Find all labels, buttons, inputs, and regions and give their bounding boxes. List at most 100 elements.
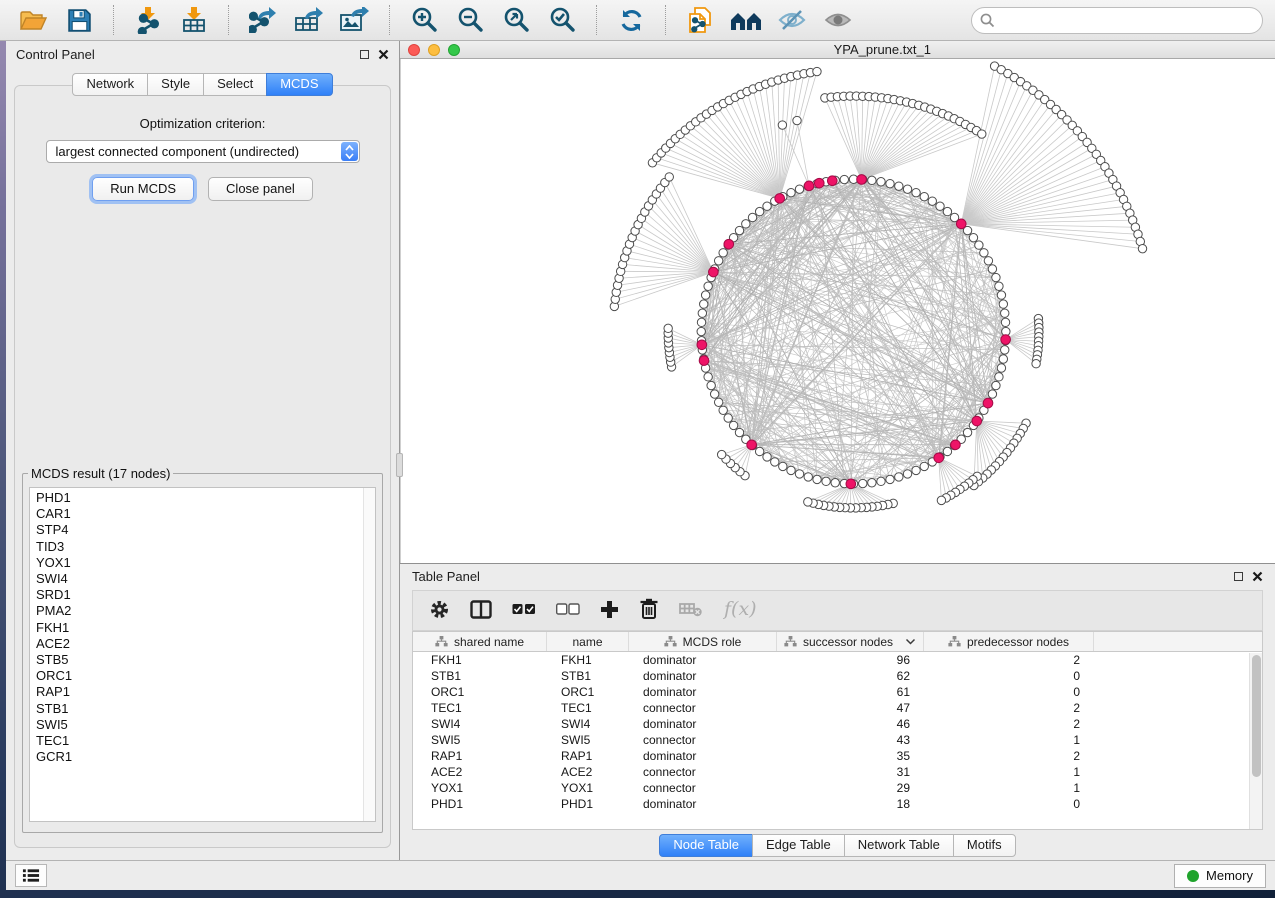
table-cell-filler xyxy=(1094,732,1262,748)
tab-style[interactable]: Style xyxy=(147,73,204,96)
mcds-network-node[interactable] xyxy=(709,267,719,277)
mcds-network-node[interactable] xyxy=(724,239,734,249)
panel-splitter-handle[interactable] xyxy=(396,453,403,477)
import-table-button[interactable] xyxy=(173,3,215,37)
mcds-network-node[interactable] xyxy=(972,416,982,426)
window-minimize-button[interactable] xyxy=(428,44,440,56)
mcds-network-node[interactable] xyxy=(814,178,824,188)
add-column-button[interactable] xyxy=(600,600,619,622)
export-network-button[interactable] xyxy=(242,3,284,37)
task-history-button[interactable] xyxy=(15,864,47,887)
zoom-fit-button[interactable] xyxy=(495,3,537,37)
result-node-item[interactable]: ACE2 xyxy=(36,636,359,652)
result-list-scrollbar[interactable] xyxy=(363,488,375,821)
result-node-item[interactable]: CAR1 xyxy=(36,506,359,522)
import-network-button[interactable] xyxy=(127,3,169,37)
result-node-item[interactable]: FKH1 xyxy=(36,620,359,636)
result-node-item[interactable]: TID3 xyxy=(36,539,359,555)
mcds-network-node[interactable] xyxy=(804,181,814,191)
save-session-button[interactable] xyxy=(58,3,100,37)
delete-column-button[interactable] xyxy=(639,598,659,623)
run-mcds-button[interactable]: Run MCDS xyxy=(92,177,194,201)
show-all-button[interactable] xyxy=(817,3,859,37)
table-row[interactable]: RAP1RAP1dominator352 xyxy=(413,748,1262,764)
result-node-item[interactable]: GCR1 xyxy=(36,749,359,765)
table-settings-button[interactable] xyxy=(429,599,450,623)
close-control-panel-icon[interactable] xyxy=(378,49,389,60)
mcds-network-node[interactable] xyxy=(1001,335,1011,345)
result-node-item[interactable]: SRD1 xyxy=(36,587,359,603)
result-node-item[interactable]: STB1 xyxy=(36,701,359,717)
tab-select[interactable]: Select xyxy=(203,73,267,96)
mcds-network-node[interactable] xyxy=(697,340,707,350)
table-row[interactable]: SWI5SWI5connector431 xyxy=(413,732,1262,748)
export-image-button[interactable] xyxy=(334,3,376,37)
result-node-item[interactable]: PHD1 xyxy=(36,490,359,506)
hide-selected-button[interactable] xyxy=(771,3,813,37)
mcds-network-node[interactable] xyxy=(983,398,993,408)
table-row[interactable]: ORC1ORC1dominator610 xyxy=(413,684,1262,700)
select-all-button[interactable] xyxy=(512,603,536,618)
mcds-network-node[interactable] xyxy=(747,440,757,450)
result-node-item[interactable]: SWI4 xyxy=(36,571,359,587)
result-node-item[interactable]: PMA2 xyxy=(36,603,359,619)
float-table-panel-icon[interactable] xyxy=(1234,572,1243,581)
table-row[interactable]: YOX1YOX1connector291 xyxy=(413,780,1262,796)
mcds-network-node[interactable] xyxy=(699,356,709,366)
column-header-mcds-role[interactable]: MCDS role xyxy=(629,632,777,651)
mcds-network-node[interactable] xyxy=(857,175,867,185)
table-row[interactable]: ACE2ACE2connector311 xyxy=(413,764,1262,780)
criterion-select[interactable]: largest connected component (undirected) xyxy=(46,140,360,163)
table-scrollbar-thumb[interactable] xyxy=(1252,655,1261,777)
mcds-network-node[interactable] xyxy=(956,219,966,229)
float-control-panel-icon[interactable] xyxy=(360,50,369,59)
table-row[interactable]: PHD1PHD1dominator180 xyxy=(413,796,1262,812)
tab-network[interactable]: Network xyxy=(72,73,148,96)
table-row[interactable]: TEC1TEC1connector472 xyxy=(413,700,1262,716)
close-panel-button[interactable]: Close panel xyxy=(208,177,313,201)
refresh-view-button[interactable] xyxy=(610,3,652,37)
result-node-item[interactable]: STB5 xyxy=(36,652,359,668)
tab-node-table[interactable]: Node Table xyxy=(659,834,753,857)
column-header-successor-nodes[interactable]: successor nodes xyxy=(777,632,924,651)
mcds-network-node[interactable] xyxy=(951,440,961,450)
mcds-network-node[interactable] xyxy=(775,194,785,204)
open-file-button[interactable] xyxy=(12,3,54,37)
tab-mcds[interactable]: MCDS xyxy=(266,73,332,96)
column-header-predecessor-nodes[interactable]: predecessor nodes xyxy=(924,632,1094,651)
deselect-all-button[interactable] xyxy=(556,603,580,618)
table-row[interactable]: STB1STB1dominator620 xyxy=(413,668,1262,684)
column-visibility-button[interactable] xyxy=(470,600,492,622)
zoom-out-button[interactable] xyxy=(449,3,491,37)
zoom-selected-button[interactable] xyxy=(541,3,583,37)
function-builder-button[interactable]: f(x) xyxy=(723,598,757,623)
result-node-item[interactable]: SWI5 xyxy=(36,717,359,733)
result-node-item[interactable]: STP4 xyxy=(36,522,359,538)
mcds-network-node[interactable] xyxy=(846,479,856,489)
search-input[interactable] xyxy=(971,7,1263,34)
column-header-name[interactable]: name xyxy=(547,632,629,651)
result-node-item[interactable]: TEC1 xyxy=(36,733,359,749)
table-row[interactable]: SWI4SWI4dominator462 xyxy=(413,716,1262,732)
first-neighbors-button[interactable] xyxy=(725,3,767,37)
zoom-in-button[interactable] xyxy=(403,3,445,37)
result-node-item[interactable]: RAP1 xyxy=(36,684,359,700)
result-node-item[interactable]: ORC1 xyxy=(36,668,359,684)
mcds-network-node[interactable] xyxy=(827,176,837,186)
delete-table-button[interactable] xyxy=(679,601,703,620)
export-table-button[interactable] xyxy=(288,3,330,37)
tab-edge-table[interactable]: Edge Table xyxy=(752,834,845,857)
result-node-item[interactable]: YOX1 xyxy=(36,555,359,571)
table-scrollbar[interactable] xyxy=(1249,653,1262,829)
memory-button[interactable]: Memory xyxy=(1174,864,1266,888)
tab-motifs[interactable]: Motifs xyxy=(953,834,1016,857)
tab-network-table[interactable]: Network Table xyxy=(844,834,954,857)
table-row[interactable]: FKH1FKH1dominator962 xyxy=(413,652,1262,668)
column-header-shared-name[interactable]: shared name xyxy=(413,632,547,651)
close-table-panel-icon[interactable] xyxy=(1252,571,1263,582)
clone-network-button[interactable] xyxy=(679,3,721,37)
window-maximize-button[interactable] xyxy=(448,44,460,56)
network-canvas[interactable] xyxy=(400,59,1275,563)
window-close-button[interactable] xyxy=(408,44,420,56)
mcds-network-node[interactable] xyxy=(934,453,944,463)
